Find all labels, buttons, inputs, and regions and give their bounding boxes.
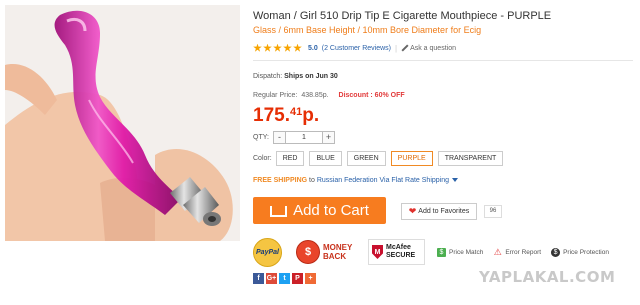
google-plus-share-icon[interactable]: G+ (266, 273, 277, 284)
rating-score: 5.0 (308, 44, 318, 52)
add-to-favorites-button[interactable]: ❤ Add to Favorites (401, 203, 477, 220)
price-protection-label: Price Protection (563, 248, 609, 256)
paypal-badge: PayPal (253, 237, 282, 267)
heart-icon: ❤ (408, 206, 417, 216)
mcafee-line2: SECURE (386, 252, 416, 259)
price-protection-icon: $ (551, 247, 561, 257)
product-image (5, 10, 233, 241)
money-back-line2: BACK (323, 252, 347, 261)
color-option-green[interactable]: GREEN (346, 151, 386, 166)
social-share-bar: f G+ t P + (253, 273, 318, 284)
star-icon (273, 43, 282, 52)
mcafee-line1: McAfee (386, 244, 411, 251)
price-main: 175. (253, 105, 290, 126)
price-match-icon: $ (437, 247, 446, 257)
sale-price: 175.41p. (253, 105, 319, 127)
quantity-input[interactable]: 1 (285, 131, 322, 144)
divider: | (394, 43, 398, 53)
dispatch-label: Dispatch: (253, 73, 283, 80)
quantity-label: QTY: (253, 134, 269, 141)
facebook-share-icon[interactable]: f (253, 273, 264, 284)
color-option-red[interactable]: RED (275, 151, 305, 166)
star-icon (253, 43, 262, 52)
pencil-icon (401, 45, 408, 52)
rating-stars (253, 43, 303, 53)
cart-icon (270, 206, 288, 217)
color-option-purple[interactable]: PURPLE (390, 151, 433, 166)
regular-price-value: 438.85p. (301, 92, 329, 99)
error-report-link[interactable]: ⚠ Error Report (493, 246, 542, 257)
more-share-icon[interactable]: + (305, 273, 316, 284)
divider (253, 60, 633, 61)
price-match-label: Price Match (449, 248, 484, 256)
mcafee-badge: M McAfee SECURE (368, 239, 425, 265)
money-back-seal-icon: $ (296, 240, 320, 264)
quantity-plus-button[interactable]: + (321, 131, 335, 144)
add-to-cart-label: Add to Cart (293, 202, 369, 219)
product-subtitle: Glass / 6mm Base Height / 10mm Bore Diam… (253, 25, 482, 35)
error-report-icon: ⚠ (493, 246, 502, 257)
price-cents: 41 (289, 106, 303, 118)
add-to-favorites-label: Add to Favorites (418, 208, 470, 215)
color-option-transparent[interactable]: TRANSPARENT (437, 151, 504, 166)
color-selector: Color: RED BLUE GREEN PURPLE TRANSPARENT (253, 151, 508, 166)
watermark: YAPLAKAL.COM (479, 268, 616, 286)
price-currency: p. (302, 105, 320, 126)
regular-price-row: Regular Price: 438.85p. Discount : 60% O… (253, 92, 405, 99)
free-shipping-label: FREE SHIPPING (253, 177, 308, 184)
shipping-to: to (309, 177, 315, 184)
reviews-link[interactable]: (2 Customer Reviews) (322, 45, 391, 52)
dispatch-value: Ships on Jun 30 (284, 73, 338, 80)
trust-badges: PayPal $ MONEY BACK M McAfee SECURE $ Pr… (253, 237, 619, 267)
money-back-line1: MONEY (323, 243, 353, 252)
shipping-destination-dropdown[interactable]: Russian Federation Via Flat Rate Shippin… (317, 177, 449, 184)
quantity-stepper: QTY: - 1 + (253, 131, 335, 144)
color-option-blue[interactable]: BLUE (309, 151, 342, 166)
price-protection-link[interactable]: $ Price Protection (551, 247, 609, 257)
star-icon (293, 43, 302, 52)
twitter-share-icon[interactable]: t (279, 273, 290, 284)
favorites-count: 96 (484, 205, 502, 218)
product-title: Woman / Girl 510 Drip Tip E Cigarette Mo… (253, 10, 552, 22)
dispatch-info: Dispatch: Ships on Jun 30 (253, 73, 338, 80)
star-icon (283, 43, 292, 52)
pinterest-share-icon[interactable]: P (292, 273, 303, 284)
mcafee-shield-icon: M (372, 245, 383, 259)
discount-badge: Discount : 60% OFF (338, 92, 405, 99)
quantity-minus-button[interactable]: - (272, 131, 286, 144)
error-report-label: Error Report (505, 248, 542, 256)
money-back-badge: $ MONEY BACK (296, 240, 354, 264)
shipping-info: FREE SHIPPING to Russian Federation Via … (253, 177, 458, 184)
regular-price-label: Regular Price: (253, 92, 298, 99)
chevron-down-icon[interactable] (452, 178, 458, 183)
price-match-link[interactable]: $ Price Match (437, 247, 484, 257)
rating-row: 5.0 (2 Customer Reviews) | Ask a questio… (253, 42, 456, 54)
color-label: Color: (253, 155, 272, 162)
ask-question-link[interactable]: Ask a question (410, 45, 456, 52)
add-to-cart-button[interactable]: Add to Cart (253, 197, 386, 224)
star-icon (263, 43, 272, 52)
product-photo[interactable] (5, 5, 240, 241)
